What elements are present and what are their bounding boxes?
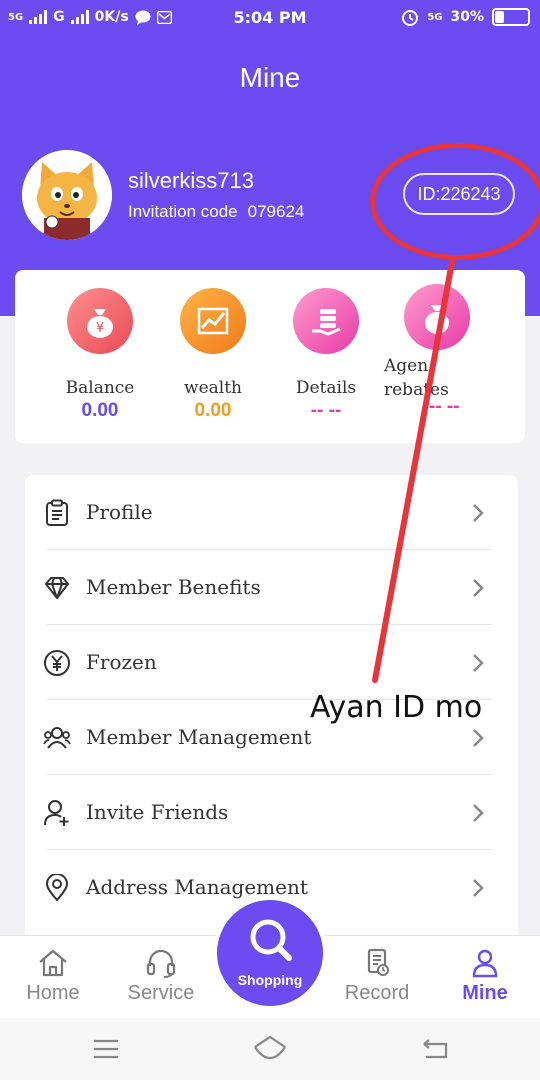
menu-item-label: Member Management [86, 725, 312, 749]
invitation-code-row: Invitation code 079624 [128, 202, 314, 222]
coins-hand-icon [293, 288, 359, 354]
stat-label: wealth [184, 378, 242, 398]
menu-item-member-benefits[interactable]: Member Benefits [25, 550, 518, 625]
money-bag-icon [404, 284, 470, 350]
stat-label-line1: Agen [384, 356, 429, 376]
menu-item-frozen[interactable]: Frozen [25, 625, 518, 700]
chevron-right-icon [473, 879, 484, 897]
members-icon [43, 727, 71, 749]
tab-mine[interactable]: Mine [435, 948, 535, 1005]
stat-label: Details [295, 378, 357, 398]
shopping-button[interactable]: Shopping [217, 900, 323, 1006]
stat-balance[interactable]: ¥ Balance 0.00 [45, 288, 155, 422]
menu-icon[interactable] [92, 1038, 120, 1060]
wallet-stats-card: ¥ Balance 0.00 wealth 0.00 Details -- --… [15, 270, 525, 443]
menu-item-label: Frozen [86, 650, 157, 674]
chevron-right-icon [473, 729, 484, 747]
stat-value: -- -- [310, 400, 342, 421]
system-nav-bar [0, 1018, 540, 1080]
headset-icon [146, 949, 176, 978]
alarm-icon [402, 10, 419, 26]
home-icon [39, 949, 67, 977]
record-icon [367, 948, 389, 976]
menu-item-label: Member Benefits [86, 575, 261, 599]
menu-item-invite-friends[interactable]: Invite Friends [25, 775, 518, 850]
menu-item-label: Profile [86, 500, 153, 524]
stat-details[interactable]: Details -- -- [271, 288, 381, 422]
username: silverkiss713 [128, 168, 254, 193]
diamond-icon [45, 577, 69, 599]
tab-label: Home [26, 982, 80, 1004]
yen-circle-icon [44, 650, 70, 676]
page-title: Mine [239, 62, 301, 93]
stat-agent-rebates[interactable]: Agen rebates -- -- [384, 284, 494, 418]
tab-record[interactable]: Record [327, 948, 427, 1005]
home-nav-icon[interactable] [252, 1034, 288, 1062]
annotation-text: Ayan ID mo [310, 690, 483, 725]
money-bag-icon: ¥ [67, 288, 133, 354]
menu-item-label: Invite Friends [86, 800, 229, 824]
avatar[interactable] [22, 150, 112, 240]
add-user-icon [44, 800, 69, 826]
back-icon[interactable] [420, 1038, 450, 1060]
svg-text:¥: ¥ [96, 321, 104, 336]
clipboard-icon [46, 499, 68, 526]
location-pin-icon [45, 874, 69, 902]
battery-percent: 30% [450, 9, 484, 25]
cat-avatar-icon [22, 150, 112, 240]
chevron-right-icon [473, 579, 484, 597]
tab-home[interactable]: Home [3, 948, 103, 1005]
status-bar: 5G G 0K/s 5:04 PM 5G 30% [0, 0, 540, 36]
tab-label: Service [127, 982, 195, 1004]
chevron-right-icon [473, 804, 484, 822]
stat-value: 0.00 [81, 400, 119, 421]
search-icon [250, 919, 292, 961]
stat-wealth[interactable]: wealth 0.00 [158, 288, 268, 422]
menu-item-label: Address Management [86, 875, 308, 899]
stat-value: -- -- [429, 396, 460, 417]
user-icon [472, 949, 498, 978]
stat-label: Balance [65, 378, 135, 398]
stat-value: 0.00 [194, 400, 232, 421]
tab-label: Record [344, 982, 410, 1004]
chevron-right-icon [473, 504, 484, 522]
battery-icon [492, 8, 530, 26]
stat-label: Agen rebates [384, 354, 494, 402]
status-right: 5G 30% [401, 8, 530, 26]
menu-item-profile[interactable]: Profile [25, 475, 518, 550]
growth-chart-icon [180, 288, 246, 354]
invitation-code-label: Invitation code [128, 202, 238, 221]
shopping-label: Shopping [237, 972, 303, 988]
chevron-right-icon [473, 654, 484, 672]
tab-service[interactable]: Service [111, 948, 211, 1005]
user-id-badge[interactable]: ID:226243 [403, 173, 515, 215]
network-type-5g-right: 5G [427, 11, 443, 23]
invitation-code-value[interactable]: 079624 [248, 202, 305, 221]
tab-label: Mine [462, 982, 508, 1004]
